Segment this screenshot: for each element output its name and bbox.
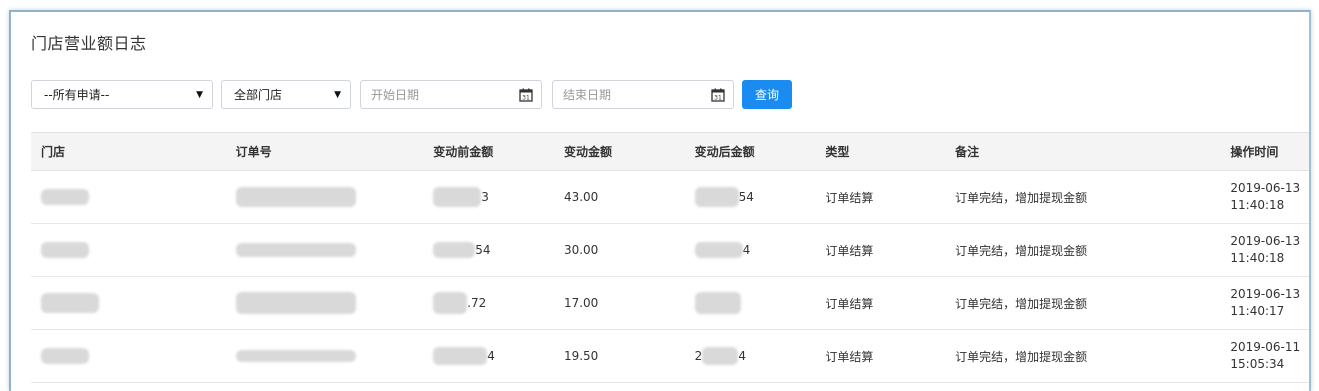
time-cell: 2019-06-13 11:40:17 (1230, 287, 1301, 318)
header-order-no: 订单号 (235, 145, 272, 159)
time-cell: 2019-06-13 11:40:18 (1230, 181, 1301, 212)
time-cell: 2019-06-11 15:05:34 (1230, 340, 1301, 371)
table-header: 门店 订单号 变动前金额 变动金额 变动后金额 类型 备注 操作时间 (31, 132, 1309, 171)
store-cell (31, 171, 236, 223)
status-select[interactable]: --所有申请-- ▼ (31, 80, 213, 109)
remark-cell: 订单完结，增加提现金额 (955, 349, 1088, 364)
header-type: 类型 (825, 145, 850, 159)
caret-down-icon: ▼ (196, 89, 203, 100)
store-select-value: 全部门店 (234, 88, 283, 102)
order-no-cell (235, 171, 434, 223)
remark-cell: 订单完结，增加提现金额 (955, 243, 1088, 258)
log-table: 门店 订单号 变动前金额 变动金额 变动后金额 类型 备注 操作时间 3 43.… (31, 132, 1309, 383)
store-cell (31, 224, 236, 276)
time-cell: 2019-06-13 11:40:18 (1230, 234, 1301, 265)
type-cell: 订单结算 (825, 296, 874, 311)
order-no-cell (235, 277, 434, 329)
table-row: 54 30.00 4 订单结算 订单完结，增加提现金额 2019-06-13 11… (31, 224, 1309, 277)
header-change-amount: 变动金额 (563, 145, 612, 159)
store-cell (31, 277, 236, 329)
calendar-icon[interactable]: 31 (519, 88, 533, 102)
change-amount-cell: 19.50 (563, 349, 599, 363)
start-date-input[interactable]: 开始日期 31 (360, 80, 542, 109)
table-row: .72 17.00 订单结算 订单完结，增加提现金额 2019-06-13 11:… (31, 277, 1309, 330)
svg-text:31: 31 (522, 94, 530, 101)
start-date-placeholder: 开始日期 (371, 88, 420, 102)
main-panel: 门店营业额日志 --所有申请-- ▼ 全部门店 ▼ 开始日期 31 结束日期 3… (9, 10, 1311, 391)
end-date-input[interactable]: 结束日期 31 (552, 80, 734, 109)
type-cell: 订单结算 (825, 243, 874, 258)
before-amount-cell: 4 (433, 330, 564, 382)
store-select[interactable]: 全部门店 ▼ (221, 80, 351, 109)
page-title: 门店营业额日志 (31, 34, 147, 53)
header-after-amount: 变动后金额 (694, 145, 755, 159)
end-date-placeholder: 结束日期 (563, 88, 612, 102)
after-amount-cell: 54 (694, 171, 826, 223)
query-button[interactable]: 查询 (742, 80, 792, 109)
change-amount-cell: 17.00 (563, 296, 599, 310)
header-remark: 备注 (955, 145, 980, 159)
change-amount-cell: 43.00 (563, 190, 599, 204)
table-row: 4 19.50 24 订单结算 订单完结，增加提现金额 2019-06-11 15… (31, 330, 1309, 383)
after-amount-cell: 4 (694, 224, 826, 276)
type-cell: 订单结算 (825, 349, 874, 364)
svg-text:31: 31 (714, 94, 722, 101)
before-amount-cell: 54 (433, 224, 564, 276)
change-amount-cell: 30.00 (563, 243, 599, 257)
after-amount-cell (694, 277, 826, 329)
order-no-cell (235, 330, 434, 382)
header-store: 门店 (41, 145, 66, 159)
remark-cell: 订单完结，增加提现金额 (955, 296, 1088, 311)
remark-cell: 订单完结，增加提现金额 (955, 190, 1088, 205)
table-row: 3 43.00 54 订单结算 订单完结，增加提现金额 2019-06-13 11… (31, 171, 1309, 224)
header-before-amount: 变动前金额 (433, 145, 494, 159)
type-cell: 订单结算 (825, 190, 874, 205)
header-time: 操作时间 (1230, 145, 1279, 159)
after-amount-cell: 24 (694, 347, 746, 365)
caret-down-icon: ▼ (334, 89, 341, 100)
store-cell (31, 330, 236, 382)
before-amount-cell: .72 (433, 277, 564, 329)
order-no-cell (235, 224, 434, 276)
before-amount-cell: 3 (433, 171, 564, 223)
calendar-icon[interactable]: 31 (711, 88, 725, 102)
status-select-value: --所有申请-- (44, 88, 110, 102)
